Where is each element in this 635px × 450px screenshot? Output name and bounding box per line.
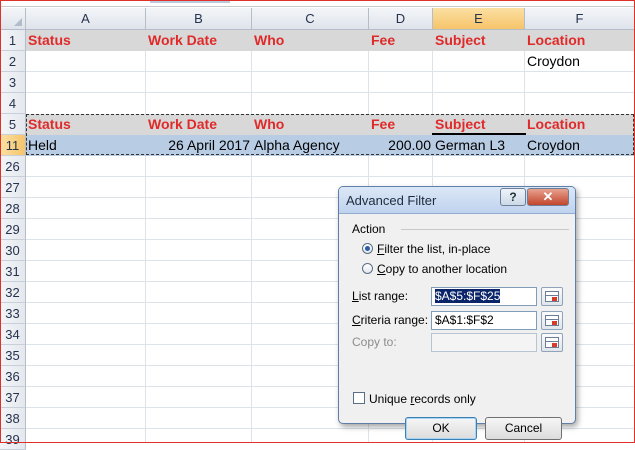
window-border xyxy=(0,0,635,443)
